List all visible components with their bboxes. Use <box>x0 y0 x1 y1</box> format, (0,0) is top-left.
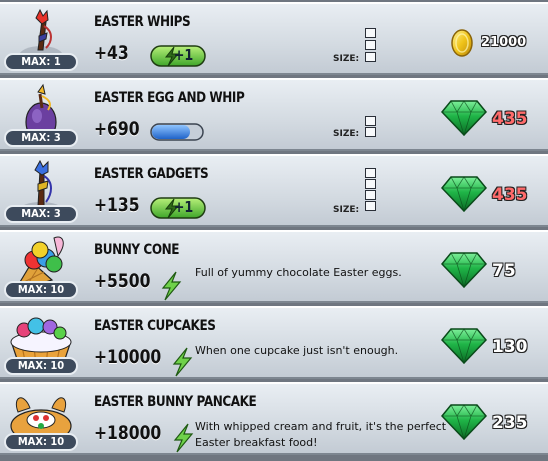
item-price: 435 <box>492 109 528 129</box>
size-cell <box>365 52 376 62</box>
energy-badge-value: +1 <box>173 46 194 64</box>
item-description-line-2: Easter breakfast food! <box>195 436 318 449</box>
item-power: +10000 <box>94 346 162 368</box>
item-price: 435 <box>492 185 528 205</box>
store-item-easter-whips[interactable]: MAX: 1 EASTER WHIPS +43 +1 SIZE: 21000 <box>0 2 548 75</box>
store-item-bunny-cone[interactable]: MAX: 10 BUNNY CONE +5500 Full of yummy c… <box>0 230 548 303</box>
item-title: EASTER GADGETS <box>94 166 209 182</box>
store-item-easter-bunny-pancake[interactable]: MAX: 10 EASTER BUNNY PANCAKE +18000 With… <box>0 382 548 455</box>
item-price: 130 <box>492 337 528 357</box>
gem-icon <box>440 402 488 444</box>
gem-icon <box>440 174 488 216</box>
size-label: SIZE: <box>333 54 360 64</box>
item-price: 75 <box>492 261 516 281</box>
coin-icon <box>450 28 474 62</box>
energy-badge: +1 <box>150 196 206 224</box>
size-label: SIZE: <box>333 129 360 139</box>
gem-icon <box>440 250 488 292</box>
progress-pill <box>150 122 206 146</box>
size-cell <box>365 179 376 189</box>
store-item-easter-egg-and-whip[interactable]: MAX: 3 EASTER EGG AND WHIP +690 SIZE: 43… <box>0 78 548 151</box>
energy-badge-value: +1 <box>173 198 194 216</box>
max-quantity-badge: MAX: 3 <box>4 129 78 147</box>
gem-icon <box>440 98 488 140</box>
item-title: EASTER CUPCAKES <box>94 318 216 334</box>
item-power: +135 <box>94 194 140 216</box>
item-power: +18000 <box>94 422 162 444</box>
item-description: When one cupcake just isn't enough. <box>195 344 399 357</box>
item-price: 21000 <box>481 35 527 50</box>
size-cell <box>365 127 376 137</box>
energy-bolt-icon <box>171 347 193 381</box>
max-quantity-badge: MAX: 1 <box>4 53 78 71</box>
energy-bolt-icon <box>160 271 182 305</box>
max-quantity-badge: MAX: 10 <box>4 281 78 299</box>
energy-badge: +1 <box>150 44 206 72</box>
item-price: 235 <box>492 413 528 433</box>
size-cell <box>365 28 376 38</box>
size-cell <box>365 190 376 200</box>
item-title: BUNNY CONE <box>94 242 180 258</box>
size-cell <box>365 168 376 178</box>
size-cell <box>365 201 376 211</box>
item-description: Full of yummy chocolate Easter eggs. <box>195 266 402 279</box>
item-title: EASTER BUNNY PANCAKE <box>94 394 257 410</box>
max-quantity-badge: MAX: 10 <box>4 357 78 375</box>
size-cell <box>365 40 376 50</box>
energy-bolt-icon <box>172 423 194 457</box>
item-power: +5500 <box>94 270 151 292</box>
gem-icon <box>440 326 488 368</box>
size-cell <box>365 116 376 126</box>
item-title: EASTER EGG AND WHIP <box>94 90 245 106</box>
store-item-list: MAX: 1 EASTER WHIPS +43 +1 SIZE: 21000 M… <box>0 0 548 461</box>
store-item-easter-gadgets[interactable]: MAX: 3 EASTER GADGETS +135 +1 SIZE: 435 <box>0 154 548 227</box>
max-quantity-badge: MAX: 10 <box>4 433 78 451</box>
size-label: SIZE: <box>333 205 360 215</box>
item-title: EASTER WHIPS <box>94 14 191 30</box>
item-power: +43 <box>94 42 129 64</box>
item-power: +690 <box>94 118 140 140</box>
store-item-easter-cupcakes[interactable]: MAX: 10 EASTER CUPCAKES +10000 When one … <box>0 306 548 379</box>
item-description-line-1: With whipped cream and fruit, it's the p… <box>195 420 447 433</box>
max-quantity-badge: MAX: 3 <box>4 205 78 223</box>
